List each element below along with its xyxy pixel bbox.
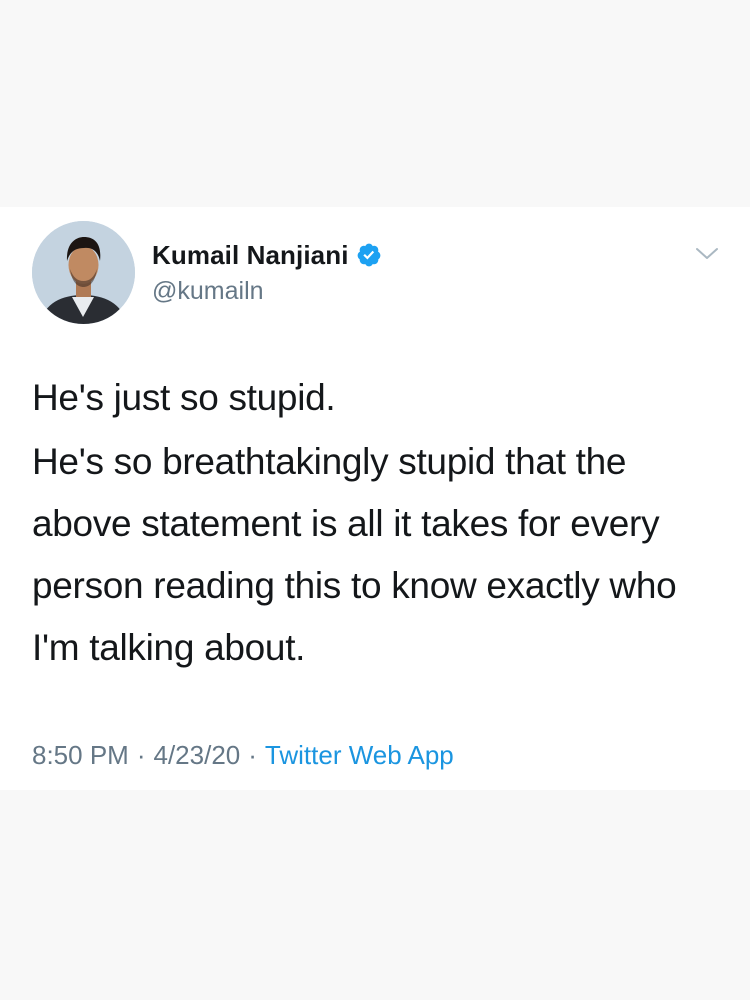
- tweet-date[interactable]: 4/23/20: [154, 740, 241, 770]
- verified-badge-icon: [357, 243, 380, 267]
- author-display-name[interactable]: Kumail Nanjiani: [152, 240, 349, 271]
- chevron-down-icon[interactable]: [694, 245, 720, 263]
- tweet-paragraph: He's so breathtakingly stupid that the a…: [32, 441, 677, 668]
- tweet-time[interactable]: 8:50 PM: [32, 740, 129, 770]
- avatar-photo: [32, 221, 135, 324]
- avatar[interactable]: [32, 221, 135, 324]
- tweet-meta: 8:50 PM · 4/23/20 · Twitter Web App: [32, 740, 454, 771]
- tweet-source-link[interactable]: Twitter Web App: [265, 740, 454, 770]
- author-handle[interactable]: @kumailn: [152, 277, 264, 306]
- tweet-paragraph: He's just so stupid.: [32, 377, 336, 418]
- author-name-row[interactable]: Kumail Nanjiani: [152, 239, 382, 271]
- meta-separator: ·: [136, 740, 146, 770]
- meta-separator: ·: [248, 740, 257, 770]
- tweet-text: He's just so stupid. He's so breathtakin…: [32, 367, 722, 679]
- tweet-card: Kumail Nanjiani @kumailn He's just so st…: [0, 207, 750, 790]
